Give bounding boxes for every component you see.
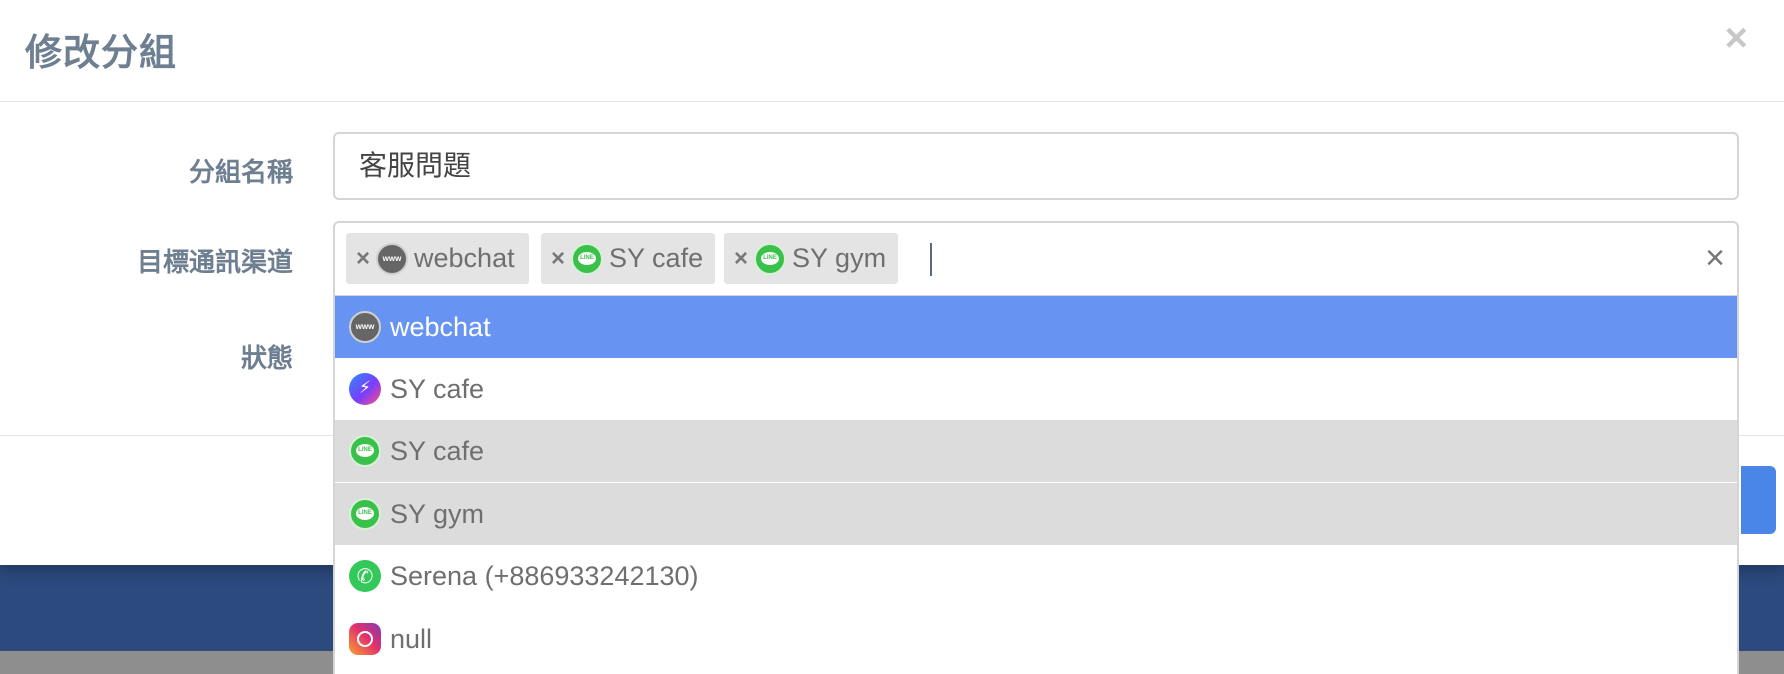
- dropdown-option[interactable]: SY gym: [335, 483, 1737, 545]
- target-channels-label: 目標通訊渠道: [136, 247, 293, 277]
- clear-all-icon[interactable]: ×: [1705, 241, 1725, 275]
- modal-title: 修改分組: [25, 32, 177, 73]
- tag-label: webchat: [414, 243, 515, 273]
- channel-dropdown: webchat SY cafe SY cafe SY gym Serena (+…: [333, 296, 1739, 674]
- option-label: SY cafe: [390, 373, 485, 404]
- whatsapp-icon: [349, 560, 381, 592]
- option-label: SY cafe: [390, 435, 485, 466]
- www-icon: [349, 311, 381, 343]
- instagram-icon: [349, 623, 381, 655]
- line-icon: [571, 242, 604, 275]
- option-label: null: [390, 623, 433, 654]
- selected-tag-sy-gym: × SY gym: [724, 233, 898, 284]
- group-name-input[interactable]: 客服問題: [333, 132, 1739, 200]
- group-name-label: 分組名稱: [188, 157, 293, 187]
- www-icon: [376, 242, 409, 275]
- selected-tag-webchat: × webchat: [346, 233, 529, 284]
- search-caret[interactable]: [930, 243, 932, 276]
- remove-tag-icon[interactable]: ×: [551, 245, 565, 273]
- page: 修改分組 × 分組名稱 客服問題 目標通訊渠道 狀態 × webchat × S…: [0, 0, 1784, 674]
- messenger-icon: [349, 373, 381, 405]
- option-label: webchat: [390, 311, 491, 342]
- option-label: SY gym: [390, 498, 485, 529]
- primary-action-button[interactable]: [1741, 466, 1776, 534]
- option-label: Serena (+886933242130): [390, 560, 699, 591]
- modal-header: 修改分組 ×: [0, 0, 1784, 102]
- dropdown-option[interactable]: SY cafe: [335, 420, 1737, 482]
- tag-label: SY gym: [792, 243, 887, 273]
- selected-tag-sy-cafe: × SY cafe: [541, 233, 715, 284]
- status-label: 狀態: [240, 343, 293, 373]
- line-icon: [754, 242, 787, 275]
- dropdown-option[interactable]: null: [335, 608, 1737, 670]
- line-icon: [349, 435, 381, 467]
- line-icon: [349, 498, 381, 530]
- remove-tag-icon[interactable]: ×: [356, 245, 370, 273]
- dropdown-option[interactable]: webchat: [335, 296, 1737, 358]
- remove-tag-icon[interactable]: ×: [734, 245, 748, 273]
- close-icon[interactable]: ×: [1725, 18, 1748, 58]
- target-channels-select[interactable]: × webchat × SY cafe × SY gym ×: [333, 221, 1739, 296]
- dropdown-option[interactable]: SY cafe: [335, 358, 1737, 420]
- dropdown-option[interactable]: Serena (+886933242130): [335, 545, 1737, 607]
- tag-label: SY cafe: [609, 243, 704, 273]
